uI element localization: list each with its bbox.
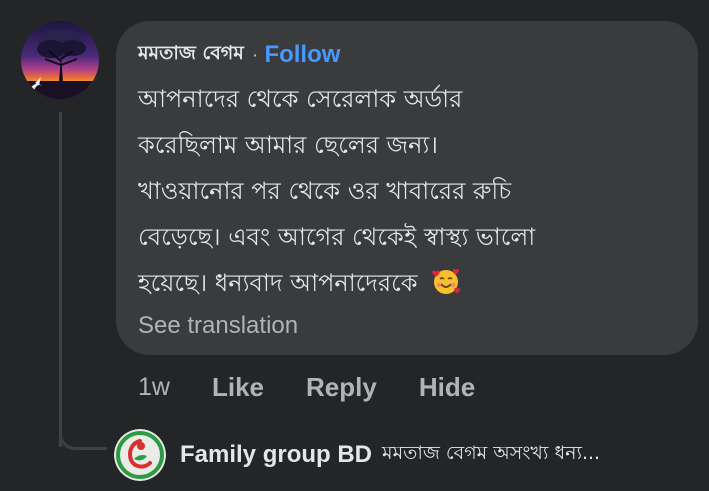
tree-sunset-avatar-icon	[21, 21, 99, 99]
see-translation-link[interactable]: See translation	[138, 312, 298, 340]
follow-button[interactable]: Follow	[264, 41, 340, 69]
comment-header: মমতাজ বেগম · Follow	[138, 38, 340, 72]
thread-line	[59, 112, 62, 447]
comment-line: বেড়েছে। এবং আগের থেকেই স্বাস্থ্য ভালো	[138, 223, 536, 251]
comment-actions: 1w Like Reply Hide	[138, 368, 517, 406]
reply-preview[interactable]: Family group BD মমতাজ বেগম অসংখ্য ধন্য..…	[114, 427, 600, 483]
comment-line: আপনাদের থেকে সেরেলাক অর্ডার	[138, 85, 463, 113]
family-group-logo-icon	[114, 429, 166, 481]
comment-timestamp[interactable]: 1w	[138, 373, 170, 402]
commenter-avatar[interactable]	[21, 21, 99, 99]
reply-author-name[interactable]: Family group BD	[180, 441, 372, 469]
comment-text: আপনাদের থেকে সেরেলাক অর্ডার করেছিলাম আমা…	[138, 76, 686, 306]
comment-line: খাওয়ানোর পর থেকে ওর খাবারের রুচি	[138, 177, 512, 205]
reply-avatar[interactable]	[114, 429, 166, 481]
like-button[interactable]: Like	[212, 372, 264, 403]
smiling-face-with-hearts-icon	[431, 265, 461, 295]
separator-dot: ·	[251, 43, 259, 66]
comment-line: করেছিলাম আমার ছেলের জন্য।	[138, 131, 438, 159]
commenter-name[interactable]: মমতাজ বেগম	[138, 39, 244, 71]
thread-line-curve	[59, 415, 107, 450]
reply-snippet[interactable]: মমতাজ বেগম অসংখ্য ধন্য...	[382, 439, 600, 471]
reply-button[interactable]: Reply	[306, 372, 377, 403]
hide-button[interactable]: Hide	[419, 372, 475, 403]
comment-line: হয়েছে। ধন্যবাদ আপনাদেরকে	[138, 269, 418, 297]
